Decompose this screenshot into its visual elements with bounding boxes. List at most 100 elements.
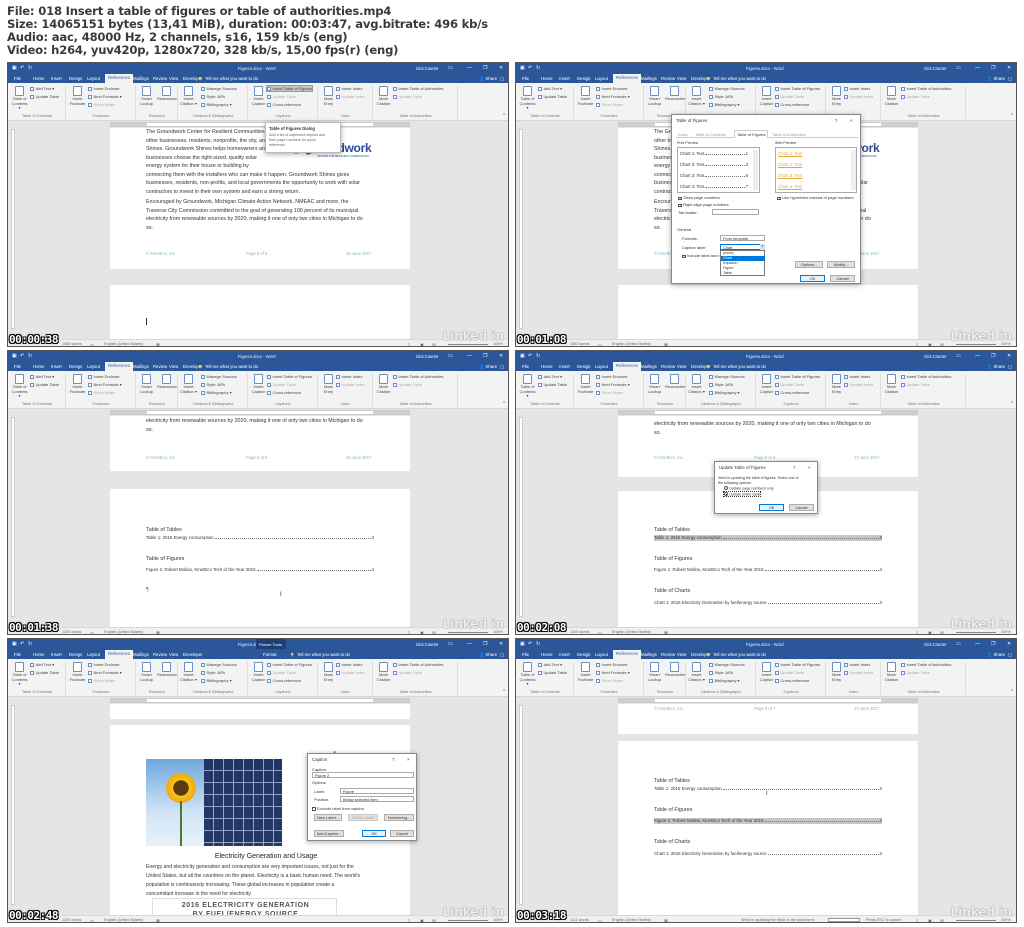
- tab-layout[interactable]: Layout: [592, 75, 611, 83]
- tab-layout[interactable]: Layout: [84, 651, 103, 659]
- close-icon[interactable]: ✕: [1007, 353, 1011, 359]
- insert-caption-button[interactable]: Insert Caption: [249, 86, 268, 106]
- insert-citation-button[interactable]: Insert Citation ▾: [179, 374, 198, 394]
- help-button[interactable]: ?: [793, 465, 795, 470]
- user-name[interactable]: Gini Courter: [416, 66, 439, 71]
- next-footnote-button[interactable]: Next Footnote ▾: [596, 670, 630, 675]
- update-table-button[interactable]: Update Table: [775, 94, 804, 99]
- add-text-button[interactable]: Add Text ▾: [30, 662, 54, 667]
- insert-index-button[interactable]: Insert Index: [844, 86, 870, 91]
- insert-caption-button[interactable]: Insert Caption: [757, 662, 776, 682]
- close-icon[interactable]: ✕: [1007, 641, 1011, 647]
- maximize-icon[interactable]: ❐: [991, 641, 995, 647]
- comments-icon[interactable]: ▢: [1005, 651, 1015, 659]
- save-icon[interactable]: ▣: [12, 65, 17, 71]
- insert-citation-button[interactable]: Insert Citation ▾: [179, 662, 198, 682]
- tab-layout[interactable]: Layout: [84, 363, 103, 371]
- cross-reference-button[interactable]: Cross-reference: [267, 102, 301, 107]
- show-notes-button[interactable]: Show Notes: [596, 390, 623, 395]
- show-notes-button[interactable]: Show Notes: [88, 390, 115, 395]
- toc-entry-tables[interactable]: Table 1: 2015 Energy consumption 3: [654, 786, 882, 792]
- toc-entry-figures[interactable]: Figure 1: Robert Molina, KinetEco Tech o…: [146, 567, 374, 573]
- update-table-button[interactable]: Update Table: [393, 94, 422, 99]
- help-button[interactable]: ?: [392, 757, 394, 762]
- tab-home[interactable]: Home: [538, 363, 555, 371]
- tab-insert[interactable]: Insert: [556, 363, 573, 371]
- toc-entry-charts[interactable]: Chart 1: 2016 Electricity Generation by …: [654, 600, 882, 606]
- update-table-button[interactable]: Update Table: [538, 382, 567, 387]
- macro-icon[interactable]: ▦: [664, 918, 668, 923]
- vertical-ruler[interactable]: [11, 129, 15, 329]
- cross-reference-button[interactable]: Cross-reference: [775, 678, 809, 683]
- tab-index[interactable]: Index: [678, 132, 688, 137]
- comments-icon[interactable]: ▢: [497, 651, 507, 659]
- language-indicator[interactable]: English (United States): [104, 342, 143, 346]
- mark-citation-button[interactable]: Mark Citation: [374, 662, 393, 682]
- user-name[interactable]: Gini Courter: [924, 66, 947, 71]
- toc-entry-figures[interactable]: Figure 1: Robert Molina, KinetEco Tech o…: [654, 818, 882, 824]
- zoom-slider[interactable]: [956, 344, 996, 345]
- tab-insert[interactable]: Insert: [48, 363, 65, 371]
- solar-sunflower-picture[interactable]: [146, 759, 282, 846]
- insert-table-of-figures-button[interactable]: Insert Table of Figures: [775, 86, 820, 91]
- proofing-icon[interactable]: ▭: [90, 918, 94, 923]
- cancel-button[interactable]: Cancel: [830, 275, 855, 282]
- close-button[interactable]: ×: [407, 757, 410, 762]
- bibliography-button[interactable]: Bibliography ▾: [201, 678, 232, 683]
- update-index-button[interactable]: Update Index: [844, 670, 873, 675]
- cross-reference-button[interactable]: Cross-reference: [267, 390, 301, 395]
- read-mode-icon[interactable]: ▯: [916, 342, 918, 347]
- insert-citation-button[interactable]: Insert Citation ▾: [687, 662, 706, 682]
- save-icon[interactable]: ▣: [520, 353, 525, 359]
- researcher-button[interactable]: Researcher: [665, 86, 686, 102]
- print-layout-icon[interactable]: ▣: [420, 342, 424, 347]
- language-indicator[interactable]: English (United States): [104, 918, 143, 922]
- exclude-label-checkbox[interactable]: Exclude label from caption: [312, 806, 364, 811]
- read-mode-icon[interactable]: ▯: [408, 630, 410, 635]
- tab-layout[interactable]: Layout: [592, 363, 611, 371]
- researcher-button[interactable]: Researcher: [157, 662, 178, 678]
- ok-button[interactable]: OK: [759, 504, 784, 511]
- update-table-button[interactable]: Update Table: [775, 382, 804, 387]
- show-notes-button[interactable]: Show Notes: [596, 678, 623, 683]
- save-icon[interactable]: ▣: [520, 641, 525, 647]
- table-of-contents-button[interactable]: Table of Contents ▾: [10, 86, 29, 111]
- insert-citation-button[interactable]: Insert Citation ▾: [687, 374, 706, 394]
- tab-file[interactable]: File: [519, 363, 532, 371]
- cross-reference-button[interactable]: Cross-reference: [775, 102, 809, 107]
- zoom-slider[interactable]: [448, 632, 488, 633]
- bibliography-button[interactable]: Bibliography ▾: [709, 390, 740, 395]
- table-of-contents-button[interactable]: Table of Contents ▾: [518, 86, 537, 111]
- insert-index-button[interactable]: Insert Index: [336, 86, 362, 91]
- bibliography-button[interactable]: Bibliography ▾: [709, 678, 740, 683]
- mark-citation-button[interactable]: Mark Citation: [882, 374, 901, 394]
- web-layout-icon[interactable]: ▤: [432, 918, 436, 923]
- tell-me-search[interactable]: Tell me what you want to do: [710, 651, 769, 659]
- insert-table-of-figures-button[interactable]: Insert Table of Figures: [267, 662, 312, 667]
- language-indicator[interactable]: English (United States): [612, 918, 651, 922]
- close-icon[interactable]: ✕: [499, 65, 503, 71]
- proofing-icon[interactable]: ▭: [598, 342, 602, 347]
- minimize-icon[interactable]: —: [975, 353, 980, 359]
- insert-table-of-figures-button[interactable]: Insert Table of Figures: [775, 662, 820, 667]
- manage-sources-button[interactable]: Manage Sources: [709, 86, 745, 91]
- insert-footnote-button[interactable]: Insert Footnote: [576, 662, 595, 682]
- tab-mailings[interactable]: Mailings: [130, 75, 152, 83]
- tell-me-search[interactable]: Tell me what you want to do: [202, 363, 261, 371]
- proofing-icon[interactable]: ▭: [598, 630, 602, 635]
- zoom-slider[interactable]: [956, 920, 996, 921]
- update-table-button[interactable]: Update Table: [901, 382, 930, 387]
- horizontal-ruler[interactable]: [110, 410, 410, 415]
- add-text-button[interactable]: Add Text ▾: [538, 86, 562, 91]
- tab-mailings[interactable]: Mailings: [130, 651, 152, 659]
- mark-citation-button[interactable]: Mark Citation: [374, 374, 393, 394]
- minimize-icon[interactable]: —: [467, 65, 472, 71]
- save-icon[interactable]: ▣: [12, 641, 17, 647]
- macro-icon[interactable]: ▦: [664, 342, 668, 347]
- collapse-ribbon-icon[interactable]: ⌃: [1010, 689, 1014, 695]
- tab-file[interactable]: File: [519, 75, 532, 83]
- macro-icon[interactable]: ▦: [156, 342, 160, 347]
- insert-endnote-button[interactable]: Insert Endnote: [88, 86, 120, 91]
- close-button[interactable]: ×: [850, 118, 853, 123]
- table-of-contents-button[interactable]: Table of Contents ▾: [518, 374, 537, 399]
